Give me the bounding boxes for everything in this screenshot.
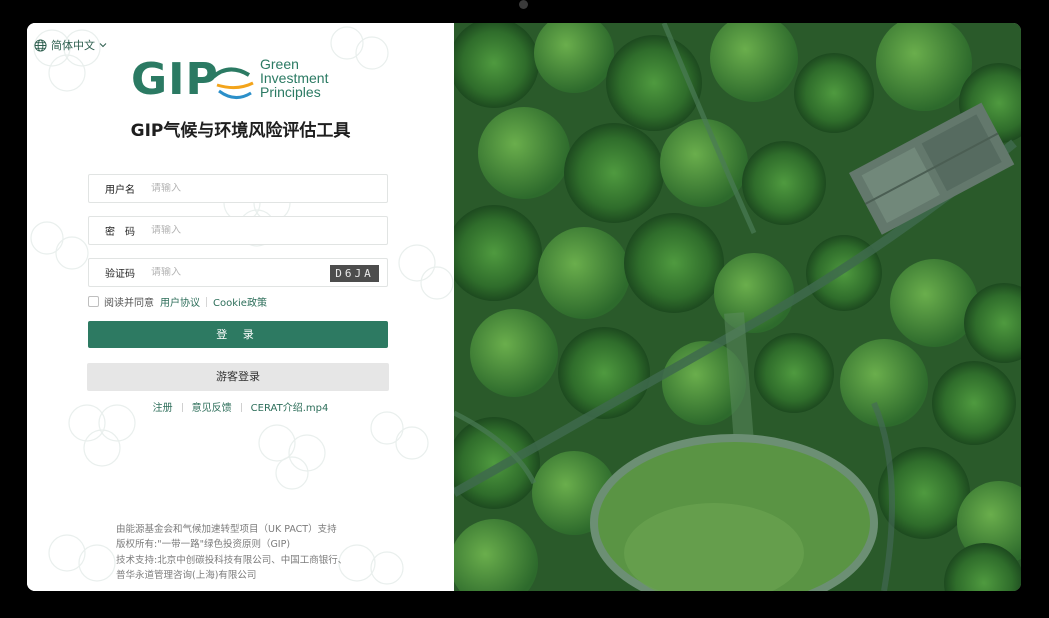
feedback-link[interactable]: 意见反馈 bbox=[192, 399, 232, 414]
footer-credits: 由能源基金会和气候加速转型项目（UK PACT）支持 版权所有:"一带一路"绿色… bbox=[116, 522, 347, 583]
agree-divider bbox=[206, 296, 207, 307]
agreement-row: 阅读并同意 用户协议 Cookie政策 bbox=[88, 294, 267, 309]
app-window: 简体中文 GIP Green Investment Principles GIP… bbox=[27, 23, 1021, 591]
link-divider bbox=[181, 403, 183, 412]
login-panel: 简体中文 GIP Green Investment Principles GIP… bbox=[27, 23, 454, 591]
logo-swoosh bbox=[211, 67, 254, 99]
username-input[interactable] bbox=[151, 183, 387, 194]
logo-mark: GIP bbox=[131, 54, 219, 105]
language-selector[interactable]: 简体中文 bbox=[34, 37, 107, 53]
login-button[interactable]: 登 录 bbox=[88, 321, 388, 348]
footer-line: 技术支持:北京中创碳投科技有限公司、中国工商银行、 bbox=[116, 554, 348, 566]
password-field: 密 码 bbox=[88, 216, 388, 245]
cookie-policy-link[interactable]: Cookie政策 bbox=[213, 294, 267, 309]
logo-wordmark: Green Investment Principles bbox=[260, 57, 328, 99]
captcha-field: 验证码 D6JA bbox=[88, 258, 388, 287]
forest-illustration bbox=[454, 23, 1021, 591]
password-input[interactable] bbox=[151, 225, 387, 236]
username-field: 用户名 bbox=[88, 174, 388, 203]
logo-word-green: Green bbox=[260, 56, 299, 72]
captcha-image[interactable]: D6JA bbox=[330, 265, 379, 282]
intro-video-link[interactable]: CERAT介绍.mp4 bbox=[251, 399, 329, 414]
globe-icon bbox=[34, 38, 47, 52]
forest-aerial-image bbox=[454, 23, 1021, 591]
chevron-down-icon bbox=[99, 43, 107, 48]
agree-text: 阅读并同意 bbox=[104, 298, 154, 309]
bottom-links: 注册 意见反馈 CERAT介绍.mp4 bbox=[27, 399, 454, 414]
username-label: 用户名 bbox=[105, 185, 135, 196]
user-agreement-link[interactable]: 用户协议 bbox=[160, 294, 200, 309]
footer-line: 由能源基金会和气候加速转型项目（UK PACT）支持 bbox=[116, 524, 337, 535]
camera-dot bbox=[519, 0, 528, 9]
language-label: 简体中文 bbox=[51, 39, 95, 52]
footer-line: 版权所有:"一带一路"绿色投资原则（GIP) bbox=[116, 539, 291, 551]
logo-word-principles: Principles bbox=[260, 84, 321, 100]
footer-line: 普华永道管理咨询(上海)有限公司 bbox=[116, 569, 257, 581]
guest-login-button[interactable]: 游客登录 bbox=[87, 363, 389, 391]
app-title: GIP气候与环境风险评估工具 bbox=[130, 121, 351, 141]
password-label: 密 码 bbox=[105, 227, 135, 238]
agree-checkbox[interactable] bbox=[88, 296, 99, 307]
logo-word-investment: Investment bbox=[260, 70, 329, 86]
gip-logo: GIP Green Investment Principles bbox=[131, 53, 351, 107]
captcha-label: 验证码 bbox=[105, 269, 135, 280]
link-divider bbox=[240, 403, 242, 412]
register-link[interactable]: 注册 bbox=[153, 399, 173, 414]
